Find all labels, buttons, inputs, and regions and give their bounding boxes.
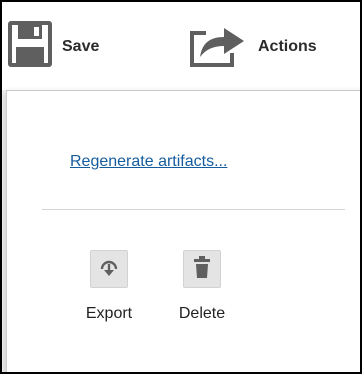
export-icon-box <box>90 250 128 288</box>
actions-menu-popup: Regenerate artifacts... Export Delete <box>6 90 360 372</box>
floppy-disk-icon <box>8 20 52 72</box>
actions-button[interactable]: Actions <box>186 2 317 90</box>
share-arrow-icon <box>186 19 248 74</box>
menu-divider <box>42 209 345 210</box>
delete-button[interactable]: Delete <box>167 250 237 323</box>
save-label: Save <box>62 38 100 55</box>
export-label: Export <box>85 305 133 322</box>
export-icon <box>97 256 121 283</box>
delete-icon-box <box>183 250 221 288</box>
export-button[interactable]: Export <box>69 250 149 323</box>
save-button[interactable]: Save <box>8 2 99 90</box>
delete-label: Delete <box>178 305 226 322</box>
actions-label: Actions <box>258 38 317 55</box>
window-frame: Save Actions Regenerate artifacts... Exp… <box>2 2 360 372</box>
regenerate-artifacts-link[interactable]: Regenerate artifacts... <box>70 153 227 171</box>
toolbar: Save Actions <box>2 2 360 90</box>
trash-icon <box>192 255 212 284</box>
